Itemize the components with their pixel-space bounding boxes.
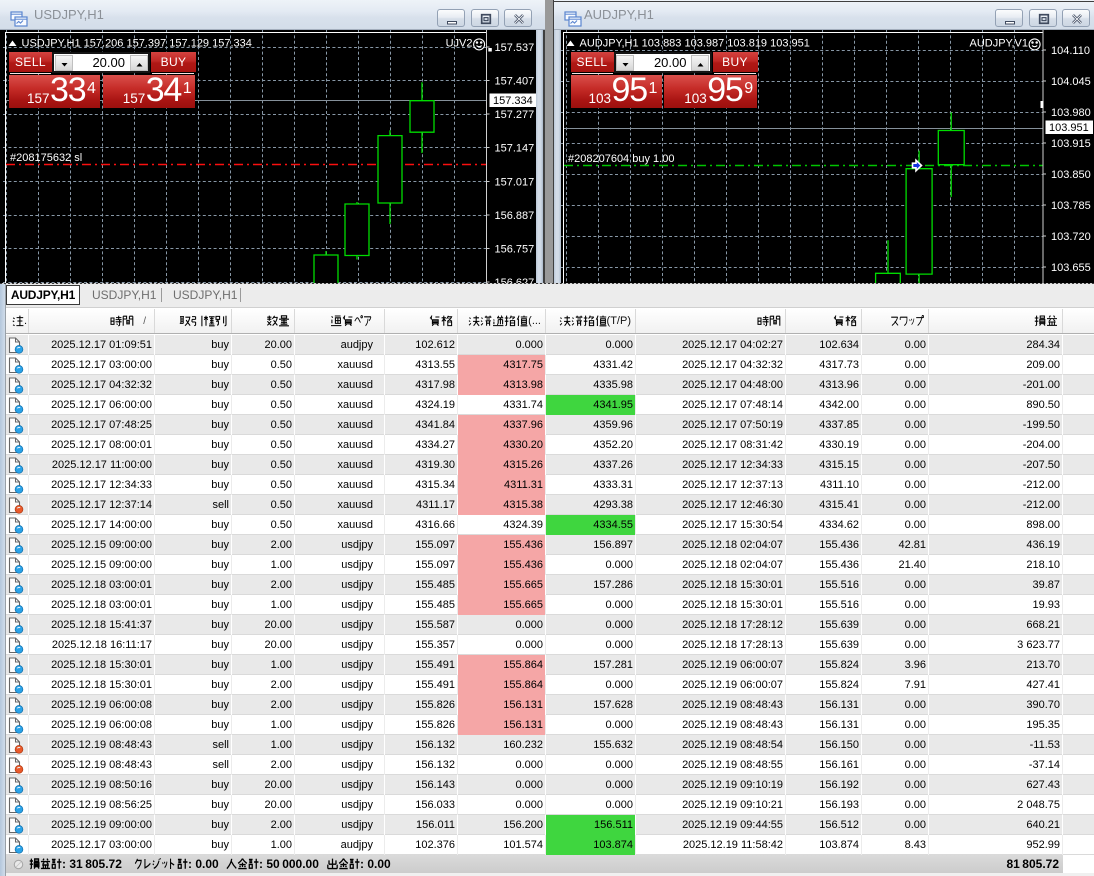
svg-text:156.887: 156.887 [494,210,534,222]
svg-text:103.720: 103.720 [1051,231,1091,243]
svg-text:103.785: 103.785 [1051,200,1091,212]
svg-text:AUDJPY,V1: AUDJPY,V1 [969,38,1028,50]
svg-text:157.277: 157.277 [494,109,534,121]
svg-text:156.757: 156.757 [494,244,534,256]
svg-text:UJV2: UJV2 [445,38,472,50]
svg-text:103.850: 103.850 [1051,169,1091,181]
svg-text:157.537: 157.537 [494,42,534,54]
svg-text:103.951: 103.951 [1049,122,1089,134]
svg-text:157.334: 157.334 [493,95,533,107]
svg-text:103.655: 103.655 [1051,262,1091,274]
svg-text:104.045: 104.045 [1051,76,1091,88]
svg-text:103.915: 103.915 [1051,138,1091,150]
svg-text:#208207604 buy 1.00: #208207604 buy 1.00 [568,153,674,165]
svg-text:157.407: 157.407 [494,76,534,88]
svg-text:104.110: 104.110 [1051,45,1090,57]
svg-text:USDJPY,H1 157.206 157.397 157: USDJPY,H1 157.206 157.397 157.129 157.33… [21,38,251,50]
svg-text:157.147: 157.147 [494,143,534,155]
svg-text:157.017: 157.017 [494,177,534,189]
svg-text:#208175632 sl: #208175632 sl [10,152,82,164]
svg-text:AUDJPY,H1 103.883 103.987 103: AUDJPY,H1 103.883 103.987 103.819 103.95… [579,38,809,50]
svg-text:103.980: 103.980 [1051,107,1091,119]
